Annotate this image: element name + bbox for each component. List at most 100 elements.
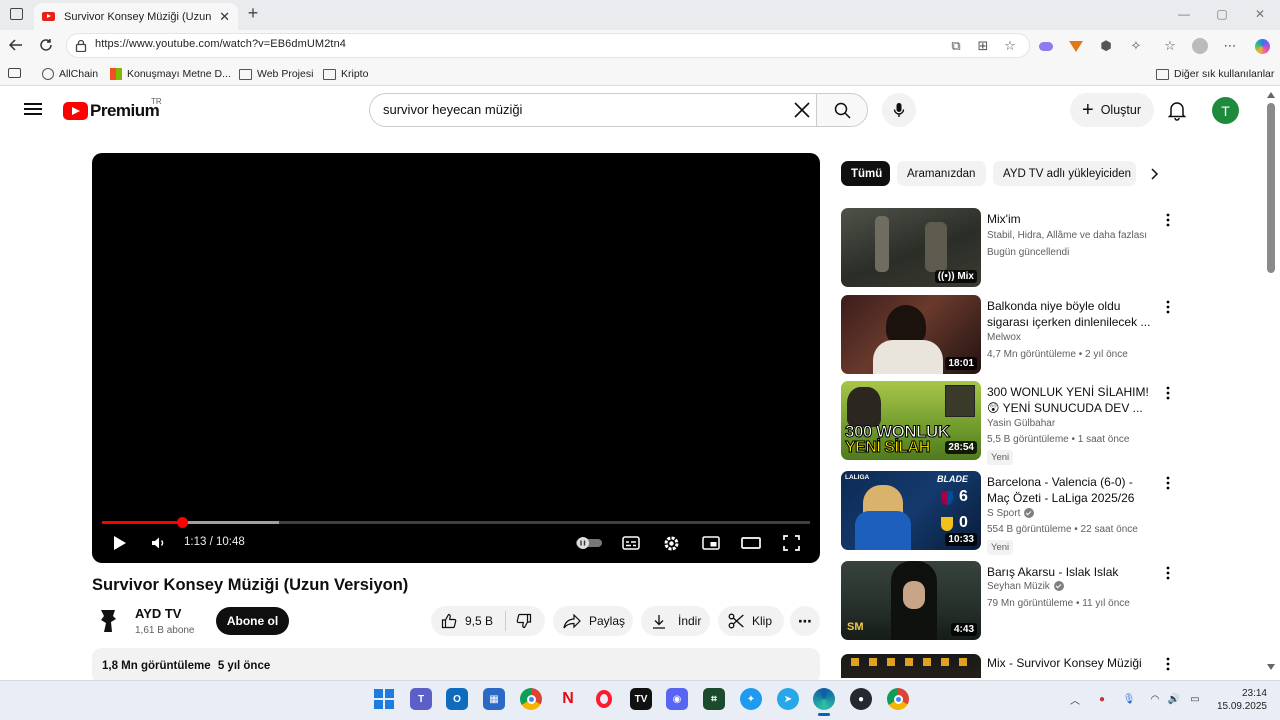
recommendation-item[interactable]: LALIGA BLADE 6 0 10:33 Barcelona - Valen…	[841, 471, 1171, 555]
metamask-fox-icon[interactable]	[1067, 37, 1085, 55]
bookmark-kripto[interactable]: Kripto	[323, 66, 368, 82]
close-window-button[interactable]: ✕	[1252, 7, 1268, 21]
notifications-bell-icon[interactable]	[1166, 99, 1188, 121]
system-clock[interactable]: 23:14 15.09.2025	[1209, 687, 1267, 713]
channel-name[interactable]: AYD TV	[135, 606, 181, 621]
telegram-icon[interactable]: ➤	[777, 688, 799, 710]
more-actions-button[interactable]: ⋯	[790, 606, 820, 636]
chevron-right-icon[interactable]	[1146, 164, 1164, 184]
teams-icon[interactable]: T	[410, 688, 432, 710]
fullscreen-button[interactable]	[780, 533, 802, 553]
chrome-icon[interactable]	[520, 688, 542, 710]
mute-button[interactable]	[147, 533, 169, 553]
back-button[interactable]	[6, 36, 26, 54]
thumbnail[interactable]: 300 WONLUK YENİ SİLAH 28:54	[841, 381, 981, 460]
tray-app-icon[interactable]: ●	[1095, 692, 1109, 706]
more-vert-icon[interactable]	[1161, 656, 1171, 672]
recommendation-item[interactable]: 300 WONLUK YENİ SİLAH 28:54 300 WONLUK Y…	[841, 381, 1171, 465]
recommendation-title[interactable]: 300 WONLUK YENİ SİLAHIM! 😲 YENİ SUNUCUDA…	[987, 384, 1157, 416]
thumbnail[interactable]: SM 4:43	[841, 561, 981, 640]
recommendation-title[interactable]: Barış Akarsu - Islak Islak	[987, 564, 1157, 580]
bookmark-other-favorites[interactable]: Diğer sık kullanılanlar	[1156, 66, 1274, 82]
recommendation-item[interactable]: 18:01 Balkonda niye böyle oldu sigarası …	[841, 295, 1171, 375]
store-icon[interactable]: ▦	[483, 688, 505, 710]
more-vert-icon[interactable]	[1161, 565, 1175, 581]
tab-actions-icon[interactable]	[10, 8, 23, 20]
new-tab-button[interactable]: +	[244, 3, 262, 24]
like-button[interactable]: 9,5 B	[431, 613, 493, 629]
scroll-down-arrow-icon[interactable]	[1267, 664, 1275, 670]
chip-from-uploader[interactable]: AYD TV adlı yükleyiciden	[993, 161, 1136, 186]
thumbs-down-icon[interactable]	[516, 613, 532, 629]
discord-icon[interactable]: ◉	[666, 688, 688, 710]
thumbnail[interactable]	[841, 654, 981, 678]
browser-tab-active[interactable]: Survivor Konsey Müziği (Uzun Ver ✕	[34, 3, 238, 30]
progress-scrubber[interactable]	[177, 517, 188, 528]
extension-black-hex-icon[interactable]: ⬢	[1097, 37, 1115, 55]
scrollbar-thumb[interactable]	[1267, 103, 1275, 273]
twitter-icon[interactable]: ✦	[740, 688, 762, 710]
netflix-icon[interactable]: N	[557, 688, 579, 710]
tradingview-icon[interactable]: TV	[630, 688, 652, 710]
share-button[interactable]: Paylaş	[553, 606, 633, 636]
miniplayer-button[interactable]	[700, 533, 722, 553]
recommendation-item[interactable]: Mix - Survivor Konsey Müziği	[841, 654, 1171, 678]
more-vert-icon[interactable]	[1161, 299, 1175, 315]
microphone-tray-icon[interactable]: 🎙	[1122, 692, 1136, 706]
subtitles-button[interactable]	[620, 533, 642, 553]
recommendation-item[interactable]: SM 4:43 Barış Akarsu - Islak Islak Seyha…	[841, 561, 1171, 641]
outlook-icon[interactable]: O	[446, 688, 468, 710]
youtube-premium-logo[interactable]: Premium TR	[63, 97, 162, 121]
recommendation-item[interactable]: ((•)) Mix Mix'im Stabil, Hidra, Allâme v…	[841, 208, 1171, 288]
bookmark-web-projesi[interactable]: Web Projesi	[239, 66, 313, 82]
scroll-up-arrow-icon[interactable]	[1267, 92, 1275, 98]
bookmark-sidebar-icon[interactable]	[8, 68, 21, 78]
bookmark-speech-to-text[interactable]: Konuşmayı Metne D...	[110, 66, 231, 82]
tray-overflow-chevron-icon[interactable]: ︿	[1068, 692, 1082, 707]
thumbnail[interactable]: LALIGA BLADE 6 0 10:33	[841, 471, 981, 550]
copilot-icon[interactable]	[1253, 37, 1271, 55]
search-button[interactable]	[816, 93, 868, 127]
autoplay-toggle[interactable]	[575, 533, 603, 553]
more-menu-icon[interactable]: ⋯	[1221, 37, 1239, 55]
recommendation-title[interactable]: Mix'im	[987, 211, 1157, 227]
account-avatar[interactable]: T	[1212, 97, 1239, 124]
menu-hamburger-icon[interactable]	[24, 101, 42, 117]
opera-icon[interactable]	[593, 688, 615, 710]
reader-mode-icon[interactable]: ⧉	[947, 37, 965, 55]
close-tab-icon[interactable]: ✕	[219, 9, 230, 25]
clear-search-icon[interactable]	[792, 100, 812, 120]
app-green-icon[interactable]: ⌗	[703, 688, 725, 710]
bookmark-allchain[interactable]: AllChain	[42, 66, 98, 82]
apps-icon[interactable]: ⊞	[974, 37, 992, 55]
clip-button[interactable]: Klip	[718, 606, 784, 636]
settings-button[interactable]	[660, 533, 682, 553]
volume-tray-icon[interactable]: 🔊	[1167, 692, 1181, 706]
minimize-button[interactable]: —	[1176, 7, 1192, 21]
maximize-button[interactable]: ▢	[1214, 7, 1230, 21]
recommendation-title[interactable]: Balkonda niye böyle oldu sigarası içerke…	[987, 298, 1157, 330]
more-vert-icon[interactable]	[1161, 385, 1175, 401]
subscribe-button[interactable]: Abone ol	[216, 607, 289, 635]
extensions-puzzle-icon[interactable]: ✧	[1127, 37, 1145, 55]
github-icon[interactable]: ●	[850, 688, 872, 710]
channel-avatar[interactable]	[92, 604, 124, 636]
more-vert-icon[interactable]	[1161, 475, 1175, 491]
extension-purple-icon[interactable]	[1037, 37, 1055, 55]
create-button[interactable]: + Oluştur	[1070, 93, 1154, 127]
more-vert-icon[interactable]	[1161, 212, 1175, 228]
profile-icon[interactable]	[1191, 37, 1209, 55]
site-info-icon[interactable]	[75, 39, 87, 52]
favorite-star-icon[interactable]: ☆	[1001, 37, 1019, 55]
thumbnail[interactable]: ((•)) Mix	[841, 208, 981, 287]
video-player[interactable]	[92, 153, 820, 563]
wifi-icon[interactable]: ◠	[1148, 692, 1162, 706]
play-button[interactable]	[109, 533, 131, 553]
edge-icon[interactable]	[813, 688, 835, 710]
chip-all[interactable]: Tümü	[841, 161, 890, 186]
chip-from-search[interactable]: Aramanızdan	[897, 161, 986, 186]
chrome-profile-icon[interactable]	[887, 688, 909, 710]
recommendation-title[interactable]: Mix - Survivor Konsey Müziği	[987, 655, 1157, 671]
download-button[interactable]: İndir	[641, 606, 710, 636]
battery-icon[interactable]: ▭	[1188, 692, 1202, 706]
